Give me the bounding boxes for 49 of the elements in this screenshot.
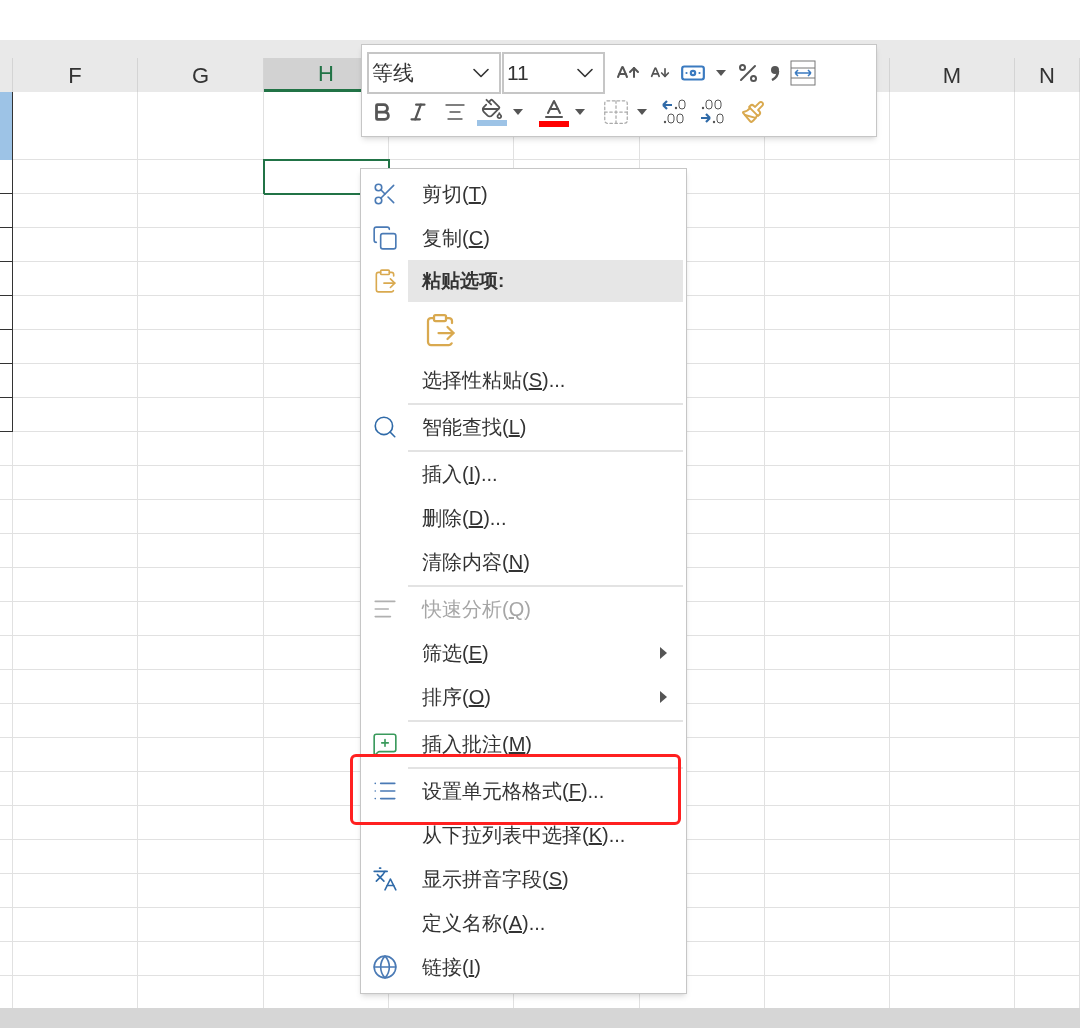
grid-cell[interactable]: [0, 160, 13, 194]
scroll-bar[interactable]: [0, 1008, 1080, 1028]
column-header[interactable]: M: [890, 58, 1015, 92]
column-header[interactable]: N: [1015, 58, 1080, 92]
menu-item[interactable]: 剪切(T): [422, 179, 488, 209]
increase-decimal-icon[interactable]: [661, 98, 689, 126]
menu-item[interactable]: 筛选(E): [422, 638, 489, 668]
borders-icon[interactable]: [601, 97, 631, 127]
menu-item[interactable]: 复制(C): [422, 223, 490, 253]
fill-color-icon[interactable]: [477, 98, 507, 126]
grid-cell[interactable]: [0, 398, 13, 432]
format-painter-icon[interactable]: [741, 100, 765, 124]
menu-item[interactable]: 定义名称(A)...: [422, 908, 546, 938]
dropdown-caret-icon[interactable]: [637, 109, 647, 115]
decrease-decimal-icon[interactable]: [699, 98, 727, 126]
dropdown-caret-icon[interactable]: [716, 70, 726, 76]
comment-icon: [371, 731, 398, 757]
percent-icon[interactable]: [736, 61, 760, 85]
grid-cell[interactable]: [0, 262, 13, 296]
menu-item[interactable]: 设置单元格格式(F)...: [422, 776, 605, 806]
menu-item[interactable]: 从下拉列表中选择(K)...: [422, 820, 626, 850]
menu-item[interactable]: 显示拼音字段(S): [422, 864, 569, 894]
dropdown-caret-icon[interactable]: [575, 109, 585, 115]
grid-cell[interactable]: [0, 194, 13, 228]
grid-cell[interactable]: [0, 92, 13, 160]
menu-item[interactable]: 清除内容(N): [422, 547, 530, 577]
paste-options-header: 粘贴选项:: [408, 260, 683, 302]
active-cell[interactable]: [264, 160, 389, 194]
font-field[interactable]: 等线: [367, 52, 501, 94]
menu-item[interactable]: 链接(I): [422, 952, 481, 982]
grid-cell[interactable]: [0, 330, 13, 364]
grid-cell[interactable]: [0, 296, 13, 330]
copy-icon: [371, 225, 398, 251]
wrap-icon[interactable]: [790, 60, 816, 86]
menu-item[interactable]: 选择性粘贴(S)...: [422, 365, 566, 395]
dropdown-caret-icon[interactable]: [513, 109, 523, 115]
language-icon: [371, 866, 398, 892]
comma-icon[interactable]: [770, 65, 780, 81]
menu-item[interactable]: 删除(D)...: [422, 503, 507, 533]
menu-item[interactable]: 智能查找(L): [422, 412, 527, 442]
font-size-field[interactable]: 11: [502, 52, 605, 94]
column-header[interactable]: F: [13, 58, 138, 92]
grid-cell[interactable]: [0, 228, 13, 262]
menu-item[interactable]: 插入(I)...: [422, 459, 498, 489]
globe-icon: [371, 954, 398, 980]
grid-cell[interactable]: [0, 364, 13, 398]
menu-item[interactable]: 排序(O): [422, 682, 491, 712]
font-color-icon[interactable]: [539, 97, 569, 127]
italic-icon[interactable]: [407, 101, 429, 123]
